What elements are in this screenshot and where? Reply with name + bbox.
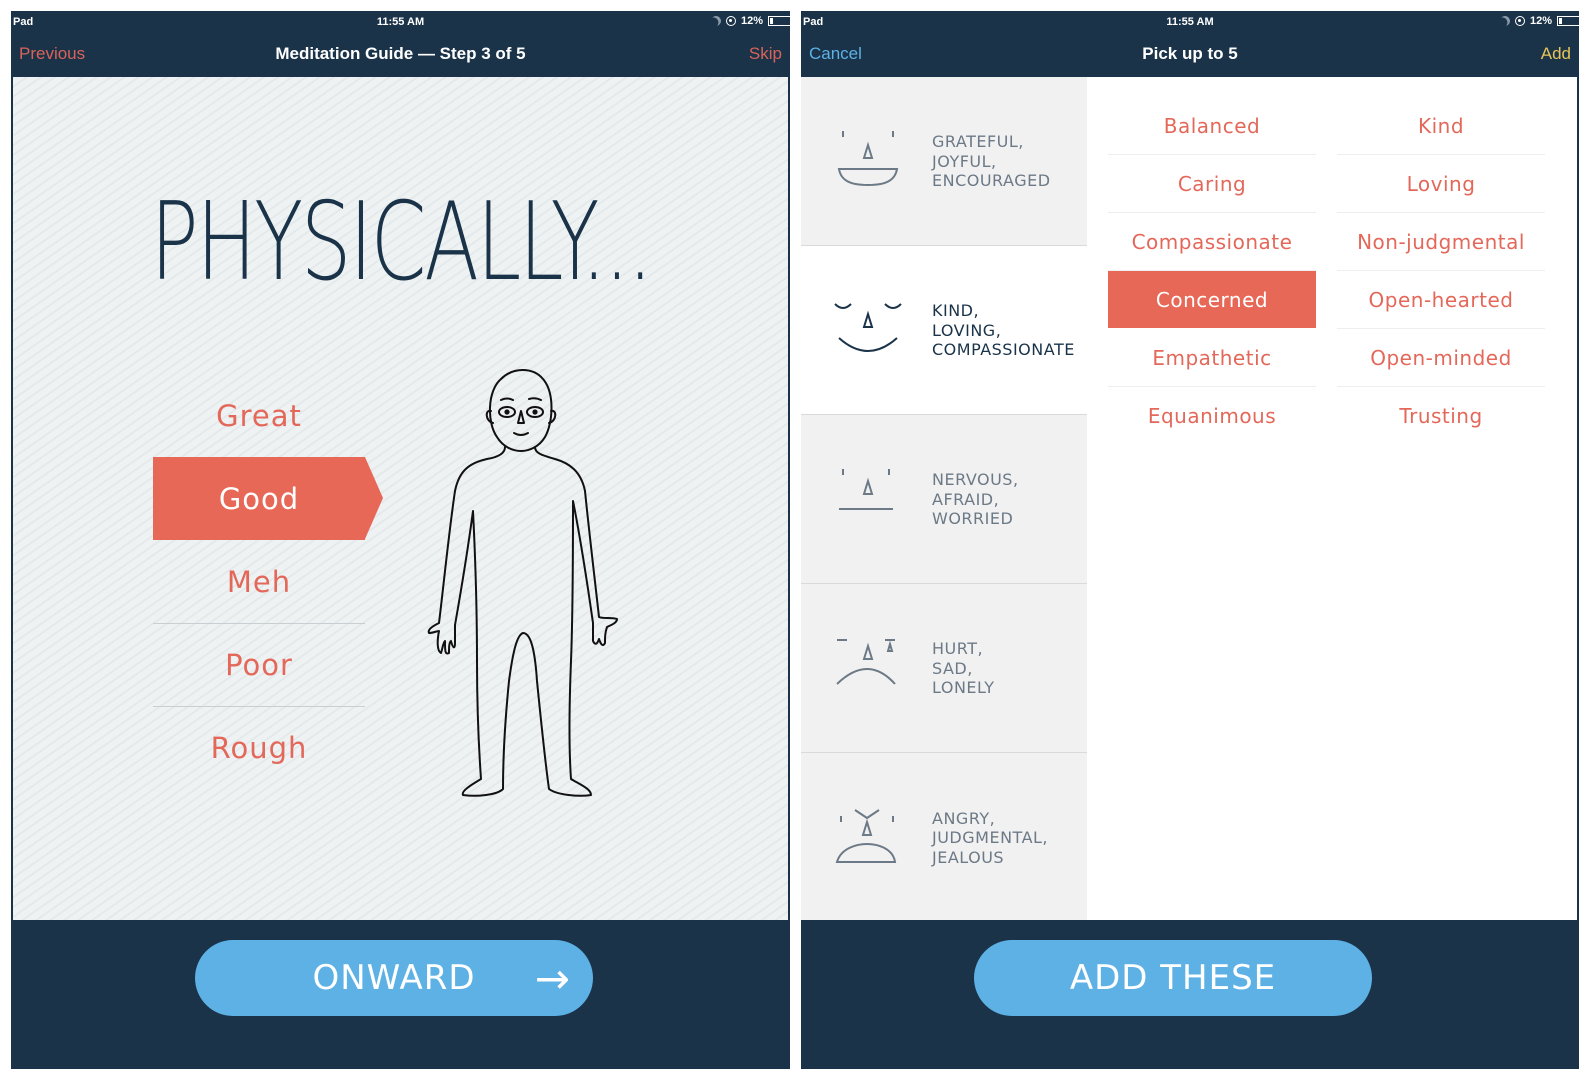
status-bar: Pad 11:55 AM 12% — [11, 11, 790, 33]
word-balanced[interactable]: Balanced — [1108, 97, 1316, 155]
emotion-picker-panel: GRATEFUL, JOYFUL, ENCOURAGED KIND, LOVING, C… — [801, 77, 1577, 920]
word-empathetic[interactable]: Empathetic — [1108, 329, 1316, 387]
rating-option-good[interactable]: Good — [153, 457, 383, 540]
word-kind[interactable]: Kind — [1337, 97, 1545, 155]
word-compassionate[interactable]: Compassionate — [1108, 213, 1316, 271]
physical-state-panel: PHYSICALLY... Great Good Meh Poor Rough — [13, 77, 788, 920]
do-not-disturb-icon — [709, 14, 723, 28]
category-label: ANGRY, JUDGMENTAL, JEALOUS — [932, 808, 1049, 867]
pick-emotions-screen: Pad 11:55 AM 12% Cancel Pick up to 5 Add… — [801, 11, 1579, 1069]
word-open-hearted[interactable]: Open-hearted — [1337, 271, 1545, 329]
battery-percent: 12% — [740, 15, 763, 27]
orientation-lock-icon — [725, 16, 736, 26]
happy-face-icon — [837, 131, 899, 187]
emotion-word-grid: Balanced Kind Caring Loving Compassionat… — [1108, 97, 1545, 445]
category-label: NERVOUS, AFRAID, WORRIED — [932, 469, 1019, 528]
onward-button-label: ONWARD — [312, 958, 476, 998]
footer-bar: ADD THESE — [801, 920, 1579, 1069]
orientation-lock-icon — [1514, 16, 1525, 26]
status-bar: Pad 11:55 AM 12% — [801, 11, 1579, 33]
sad-face-icon — [836, 639, 896, 685]
page-title: Pick up to 5 — [1142, 44, 1238, 63]
add-these-button-label: ADD THESE — [1069, 958, 1277, 998]
word-equanimous[interactable]: Equanimous — [1108, 387, 1316, 445]
nav-bar: Cancel Pick up to 5 Add — [801, 33, 1579, 77]
category-nervous[interactable]: NERVOUS, AFRAID, WORRIED — [801, 415, 1087, 584]
add-these-button[interactable]: ADD THESE — [974, 940, 1372, 1016]
nav-bar: Previous Meditation Guide — Step 3 of 5 … — [11, 33, 790, 77]
category-grateful[interactable]: GRATEFUL, JOYFUL, ENCOURAGED — [801, 77, 1087, 246]
rating-list: Great Good Meh Poor Rough — [153, 374, 383, 789]
page-title: Meditation Guide — Step 3 of 5 — [275, 44, 526, 63]
human-body-outline-icon — [427, 369, 618, 797]
skip-button[interactable]: Skip — [749, 44, 782, 64]
battery-percent: 12% — [1529, 15, 1552, 27]
word-trusting[interactable]: Trusting — [1337, 387, 1545, 445]
status-time: 11:55 AM — [1166, 16, 1214, 28]
word-concerned[interactable]: Concerned — [1108, 271, 1316, 329]
battery-icon — [768, 16, 790, 26]
emotion-category-list: GRATEFUL, JOYFUL, ENCOURAGED KIND, LOVING, C… — [801, 77, 1087, 920]
headline: PHYSICALLY... — [150, 180, 653, 305]
rating-option-great[interactable]: Great — [153, 374, 365, 457]
meditation-guide-screen: Pad 11:55 AM 12% Previous Meditation Gui… — [11, 11, 790, 1069]
content-face-icon — [834, 303, 902, 352]
category-hurt[interactable]: HURT, SAD, LONELY — [801, 584, 1087, 753]
status-time: 11:55 AM — [376, 16, 425, 28]
category-label: HURT, SAD, LONELY — [932, 638, 995, 697]
neutral-face-icon — [839, 469, 893, 510]
status-right: 12% — [711, 15, 790, 27]
footer-bar: ONWARD → — [11, 920, 790, 1069]
rating-option-rough[interactable]: Rough — [153, 706, 365, 789]
category-label: GRATEFUL, JOYFUL, ENCOURAGED — [932, 131, 1051, 190]
category-angry[interactable]: ANGRY, JUDGMENTAL, JEALOUS — [801, 753, 1087, 920]
word-caring[interactable]: Caring — [1108, 155, 1316, 213]
word-non-judgmental[interactable]: Non-judgmental — [1337, 213, 1545, 271]
category-kind[interactable]: KIND, LOVING, COMPASSIONATE — [801, 246, 1087, 415]
word-loving[interactable]: Loving — [1337, 155, 1545, 213]
rating-option-meh[interactable]: Meh — [153, 540, 365, 623]
word-open-minded[interactable]: Open-minded — [1337, 329, 1545, 387]
status-right: 12% — [1500, 15, 1579, 27]
category-label: KIND, LOVING, COMPASSIONATE — [932, 300, 1075, 359]
add-button[interactable]: Add — [1541, 44, 1571, 64]
battery-icon — [1557, 16, 1579, 26]
do-not-disturb-icon — [1498, 14, 1512, 28]
angry-face-icon — [835, 808, 897, 863]
onward-button[interactable]: ONWARD → — [195, 940, 593, 1016]
rating-option-poor[interactable]: Poor — [153, 623, 365, 706]
arrow-right-icon: → — [534, 954, 571, 1003]
